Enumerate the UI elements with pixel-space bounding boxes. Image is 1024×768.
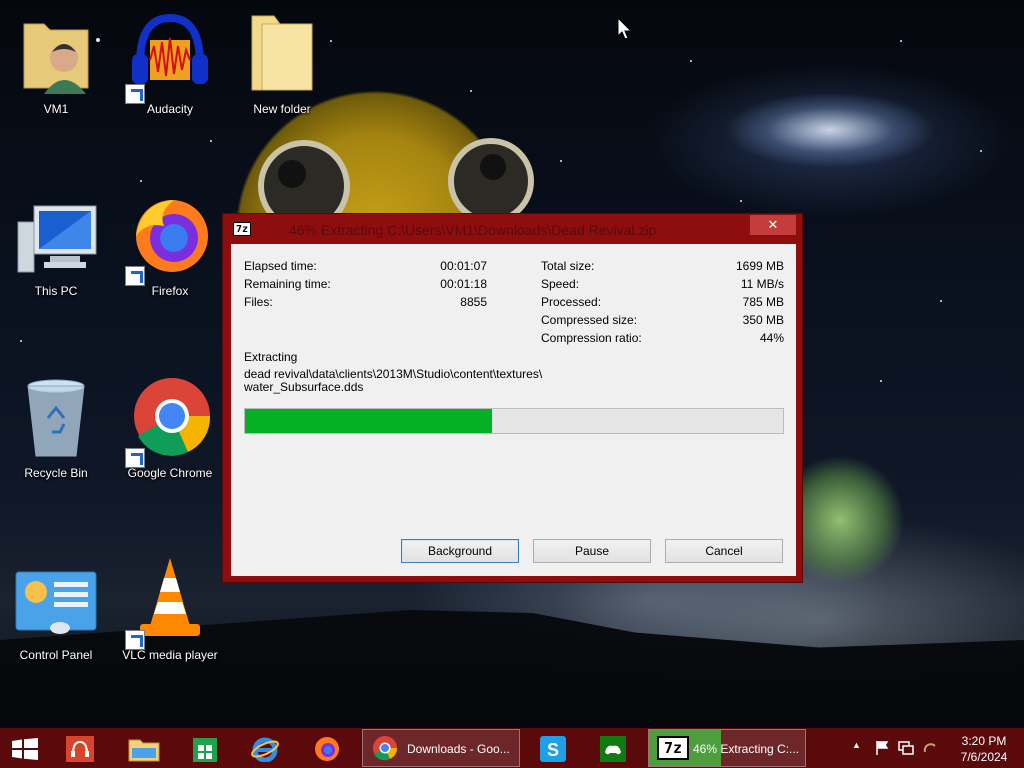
- shortcut-arrow-icon: [125, 84, 145, 104]
- desktop-icon-control-panel[interactable]: Control Panel: [6, 552, 106, 662]
- internet-explorer-icon: [251, 737, 279, 762]
- folder-icon: [251, 15, 313, 91]
- shortcut-arrow-icon: [125, 266, 145, 286]
- recycle-bin-icon: [27, 379, 85, 457]
- xbox-controller-icon: [600, 736, 626, 762]
- show-hidden-icons-button[interactable]: ▲: [852, 740, 861, 750]
- shortcut-arrow-icon: [125, 448, 145, 468]
- taskbar-chrome-label: Downloads - Goo...: [407, 742, 510, 756]
- close-button[interactable]: ✕: [750, 215, 796, 235]
- desktop-icon-label: VM1: [43, 102, 69, 116]
- desktop-icon-label: This PC: [34, 284, 78, 298]
- mouse-cursor-icon: [617, 17, 633, 40]
- svg-text:S: S: [547, 740, 559, 760]
- network-icon[interactable]: [898, 740, 916, 756]
- taskbar-file-explorer[interactable]: [124, 730, 164, 766]
- compression-ratio-value: 44%: [759, 331, 784, 345]
- remaining-time-value: 00:01:18: [440, 277, 487, 291]
- desktop-icon-label: Control Panel: [19, 648, 93, 662]
- desktop-icon-label: Google Chrome: [127, 466, 213, 480]
- loading-spinner-icon: [923, 743, 936, 753]
- taskbar: Downloads - Goo... S 7z 46% Extracting C…: [0, 728, 1024, 768]
- processed-label: Processed:: [541, 295, 602, 309]
- background-button[interactable]: Background: [401, 539, 519, 563]
- taskbar-chrome-window[interactable]: Downloads - Goo...: [362, 729, 520, 767]
- compressed-size-label: Compressed size:: [541, 313, 638, 327]
- elapsed-time-value: 00:01:07: [440, 259, 487, 273]
- desktop-icon-firefox[interactable]: Firefox: [120, 188, 220, 298]
- desktop-icon-vm1[interactable]: VM1: [6, 6, 106, 116]
- desktop-icon-new-folder[interactable]: New folder: [232, 6, 332, 116]
- computer-icon: [17, 205, 97, 273]
- audacity-icon: [132, 13, 208, 84]
- pause-button[interactable]: Pause: [533, 539, 651, 563]
- firefox-icon: [315, 737, 339, 761]
- desktop-icon-vlc[interactable]: VLC media player: [120, 552, 220, 662]
- files-label: Files:: [244, 295, 273, 309]
- windows-logo-icon: [12, 738, 38, 760]
- cancel-button[interactable]: Cancel: [665, 539, 783, 563]
- dialog-title: 46% Extracting C:\Users\VM1\Downloads\De…: [289, 222, 657, 238]
- desktop-icon-label: New folder: [253, 102, 311, 116]
- taskbar-7zip-window[interactable]: 7z 46% Extracting C:...: [648, 729, 806, 767]
- extraction-dialog: 7z 46% Extracting C:\Users\VM1\Downloads…: [222, 213, 803, 583]
- file-explorer-icon: [128, 739, 160, 762]
- 7zip-app-icon: 7z: [657, 736, 689, 760]
- desktop-icon-label: Firefox: [151, 284, 189, 298]
- taskbar-firefox[interactable]: [308, 730, 348, 766]
- taskbar-7zip-label: 46% Extracting C:...: [693, 742, 800, 756]
- progress-fill: [245, 409, 493, 433]
- processed-value: 785 MB: [742, 295, 784, 309]
- store-icon: [193, 738, 217, 762]
- user-folder-icon: [23, 23, 89, 94]
- chrome-icon: [134, 378, 211, 456]
- taskbar-xbox[interactable]: [594, 730, 634, 766]
- compression-ratio-label: Compression ratio:: [541, 331, 642, 345]
- total-size-label: Total size:: [541, 259, 595, 273]
- operation-label: Extracting: [244, 350, 298, 364]
- action-center-flag-icon[interactable]: [874, 740, 890, 756]
- files-value: 8855: [460, 295, 487, 309]
- control-panel-icon: [15, 571, 97, 634]
- desktop-icon-google-chrome[interactable]: Google Chrome: [120, 370, 220, 480]
- dialog-title-bar[interactable]: 7z 46% Extracting C:\Users\VM1\Downloads…: [223, 214, 802, 244]
- system-tray: ▲: [850, 728, 950, 768]
- extraction-progress-bar: [244, 408, 784, 434]
- speed-value: 11 MB/s: [740, 277, 784, 291]
- taskbar-skype[interactable]: S: [534, 730, 574, 766]
- clock-time: 3:20 PM: [961, 734, 1007, 748]
- taskbar-clock[interactable]: 3:20 PM 7/6/2024: [952, 733, 1016, 765]
- compressed-size-value: 350 MB: [742, 313, 784, 327]
- desktop-icon-label: Audacity: [146, 102, 194, 116]
- chrome-icon: [373, 736, 398, 761]
- start-button[interactable]: [0, 730, 50, 766]
- taskbar-internet-explorer[interactable]: [246, 730, 286, 766]
- 7zip-app-icon: 7z: [233, 222, 251, 236]
- desktop-icon-this-pc[interactable]: This PC: [6, 188, 106, 298]
- desktop-icon-audacity[interactable]: Audacity: [120, 6, 220, 116]
- desktop-icon-recycle-bin[interactable]: Recycle Bin: [6, 370, 106, 480]
- remaining-time-label: Remaining time:: [244, 277, 331, 291]
- total-size-value: 1699 MB: [735, 259, 784, 273]
- skype-icon: S: [540, 736, 566, 762]
- desktop-icon-label: VLC media player: [122, 648, 218, 662]
- taskbar-store[interactable]: [186, 730, 226, 766]
- shortcut-arrow-icon: [125, 630, 145, 650]
- firefox-icon: [136, 200, 208, 272]
- desktop-icon-label: Recycle Bin: [24, 466, 88, 480]
- taskbar-audio-app[interactable]: [64, 730, 100, 766]
- headphones-icon: [66, 736, 94, 762]
- current-file-name: water_Subsurface.dds: [244, 380, 364, 394]
- clock-date: 7/6/2024: [960, 750, 1008, 764]
- dialog-content: Elapsed time: 00:01:07 Remaining time: 0…: [231, 244, 796, 576]
- vlc-cone-icon: [140, 558, 200, 636]
- elapsed-time-label: Elapsed time:: [244, 259, 317, 273]
- speed-label: Speed:: [541, 277, 580, 291]
